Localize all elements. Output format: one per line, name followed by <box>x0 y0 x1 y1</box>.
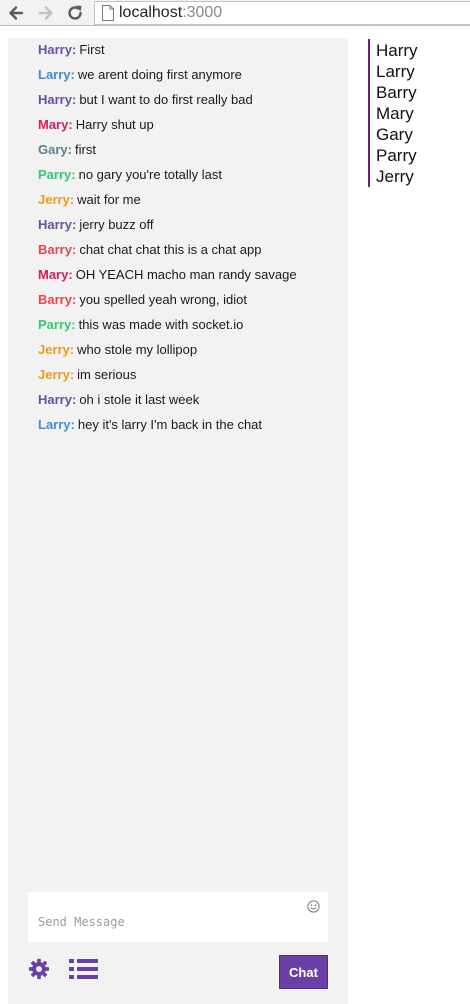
message-item: Parrythis was made with socket.io <box>38 317 343 343</box>
message-text: jerry buzz off <box>79 217 154 232</box>
message-text: this was made with socket.io <box>78 317 244 332</box>
message-item: Parryno gary you're totally last <box>38 167 343 193</box>
send-message-input[interactable] <box>28 892 328 942</box>
reload-button[interactable] <box>65 3 85 23</box>
address-bar[interactable]: localhost:3000 <box>94 1 470 25</box>
smiley-icon[interactable] <box>307 900 320 913</box>
forward-button[interactable] <box>36 3 56 23</box>
message-text: you spelled yeah wrong, idiot <box>79 292 247 307</box>
message-author: Barry <box>38 292 76 307</box>
message-text: im serious <box>77 367 137 382</box>
message-list: HarryFirstLarrywe arent doing first anym… <box>38 42 343 443</box>
page-icon <box>102 5 114 21</box>
message-item: Harryoh i stole it last week <box>38 392 343 418</box>
user-list-item[interactable]: Harry <box>376 40 470 61</box>
user-list-item[interactable]: Larry <box>376 61 470 82</box>
url-host: localhost <box>119 4 183 21</box>
message-author: Larry <box>38 417 75 432</box>
arrow-right-icon <box>38 6 53 20</box>
message-text: no gary you're totally last <box>78 167 222 182</box>
message-item: Harryjerry buzz off <box>38 217 343 243</box>
message-text: First <box>79 42 105 57</box>
arrow-left-icon <box>9 6 24 20</box>
user-list: Harry Larry Barry Mary Gary Parry Jerry <box>368 39 470 187</box>
message-text: we arent doing first anymore <box>77 67 242 82</box>
message-text: first <box>74 142 96 157</box>
chat-panel: HarryFirstLarrywe arent doing first anym… <box>8 38 348 1004</box>
message-text: chat chat chat this is a chat app <box>79 242 262 257</box>
url-port: :3000 <box>182 4 223 21</box>
message-author: Larry <box>38 67 75 82</box>
user-list-item[interactable]: Barry <box>376 82 470 103</box>
message-author: Mary <box>38 117 73 132</box>
user-list-item[interactable]: Jerry <box>376 166 470 187</box>
user-list-item[interactable]: Parry <box>376 145 470 166</box>
message-author: Harry <box>38 92 76 107</box>
message-item: Larryhey it's larry I'm back in the chat <box>38 417 343 443</box>
message-author: Gary <box>38 142 72 157</box>
gear-icon[interactable] <box>28 958 50 980</box>
message-text: hey it's larry I'm back in the chat <box>77 417 263 432</box>
message-item: Larrywe arent doing first anymore <box>38 67 343 93</box>
list-icon[interactable] <box>69 958 98 980</box>
message-author: Harry <box>38 42 76 57</box>
message-item: Jerryim serious <box>38 367 343 393</box>
message-item: Harrybut I want to do first really bad <box>38 92 343 118</box>
message-item: MaryOH YEACH macho man randy savage <box>38 267 343 293</box>
message-text: OH YEACH macho man randy savage <box>75 267 297 282</box>
browser-toolbar: localhost:3000 <box>0 0 470 26</box>
message-item: Jerrywho stole my lollipop <box>38 342 343 368</box>
message-author: Barry <box>38 242 76 257</box>
user-list-item[interactable]: Gary <box>376 124 470 145</box>
message-item: Barrychat chat chat this is a chat app <box>38 242 343 268</box>
message-author: Parry <box>38 167 76 182</box>
message-author: Harry <box>38 217 76 232</box>
message-text: who stole my lollipop <box>77 342 198 357</box>
message-item: HarryFirst <box>38 42 343 68</box>
message-author: Jerry <box>38 192 74 207</box>
message-item: Jerrywait for me <box>38 192 343 218</box>
user-list-item[interactable]: Mary <box>376 103 470 124</box>
message-author: Jerry <box>38 342 74 357</box>
message-author: Mary <box>38 267 73 282</box>
message-text: but I want to do first really bad <box>79 92 253 107</box>
message-item: MaryHarry shut up <box>38 117 343 143</box>
reload-icon <box>68 5 82 20</box>
back-button[interactable] <box>6 3 26 23</box>
url-text: localhost:3000 <box>119 4 222 22</box>
message-composer <box>28 892 328 942</box>
message-text: Harry shut up <box>75 117 154 132</box>
send-chat-button[interactable]: Chat <box>279 955 328 989</box>
message-author: Harry <box>38 392 76 407</box>
message-item: Barryyou spelled yeah wrong, idiot <box>38 292 343 318</box>
message-item: Garyfirst <box>38 142 343 168</box>
message-author: Parry <box>38 317 76 332</box>
message-text: oh i stole it last week <box>79 392 200 407</box>
message-author: Jerry <box>38 367 74 382</box>
message-text: wait for me <box>77 192 141 207</box>
